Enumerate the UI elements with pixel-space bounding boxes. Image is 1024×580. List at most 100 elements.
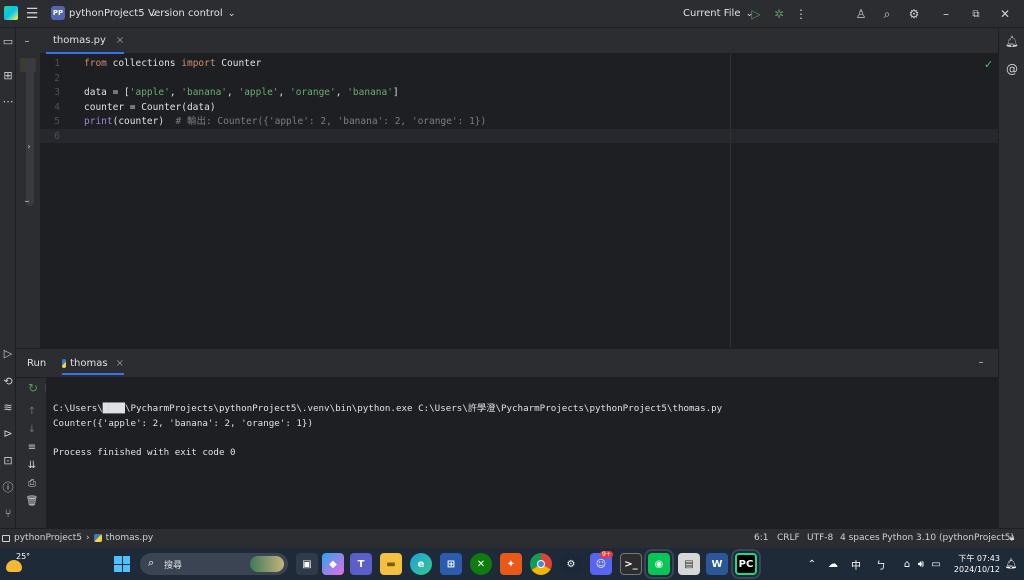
file-encoding[interactable]: UTF-8 <box>807 533 833 543</box>
file-explorer-icon[interactable]: ▬ <box>380 553 402 575</box>
indent-setting[interactable]: 4 spaces <box>840 533 880 543</box>
code-line: 6 <box>40 130 84 144</box>
caret-position[interactable]: 6:1 <box>754 533 768 543</box>
code-line: 3 data = ['apple', 'banana', 'apple', 'or… <box>40 86 398 100</box>
run-icon[interactable]: ▷ <box>749 6 763 22</box>
code-editor[interactable]: ✓ 1 from collections import Counter 2 3 data… <box>40 54 998 348</box>
close-run-tab-icon[interactable]: × <box>116 358 124 369</box>
editor-tab[interactable]: thomas.py × <box>46 28 124 54</box>
microsoft-store-icon[interactable]: ⊞ <box>440 553 462 575</box>
line-separator[interactable]: CRLF <box>777 533 800 543</box>
python-file-icon <box>62 358 67 368</box>
task-view-icon[interactable]: ▣ <box>296 553 318 575</box>
teams-icon[interactable]: T <box>350 553 372 575</box>
search-icon[interactable]: ⌕ <box>879 6 895 22</box>
copilot-icon[interactable]: ◆ <box>322 553 344 575</box>
more-tools-icon[interactable]: ⋯ <box>1 94 15 108</box>
add-user-icon[interactable]: ♙ <box>853 6 869 22</box>
volume-icon[interactable]: 🔊︎ <box>914 557 928 571</box>
left-tool-window-bar: ▭ ⊞ ⋯ ▷ ⟲ ≋ ⊳ ⊡ ⓘ ⑂ <box>0 28 16 528</box>
word-icon[interactable]: W <box>706 553 728 575</box>
xbox-icon[interactable]: ✕ <box>470 553 492 575</box>
collapsed-project-pane: – › – <box>16 28 40 348</box>
start-windows-icon[interactable] <box>114 556 130 572</box>
code-token: data = [ <box>84 87 130 99</box>
minimize-pane-icon[interactable]: – <box>20 196 34 207</box>
breadcrumb-file[interactable]: thomas.py <box>106 533 154 543</box>
layers-icon[interactable]: ≋ <box>1 400 15 414</box>
battery-icon[interactable]: ▭ <box>929 557 943 571</box>
up-arrow-icon[interactable]: ↑ <box>26 405 38 417</box>
line-number: 6 <box>54 131 60 142</box>
tray-overflow-chevron-icon[interactable]: ⌃ <box>806 557 818 571</box>
down-arrow-icon[interactable]: ↓ <box>26 423 38 435</box>
breadcrumb: pythonProject5 › thomas.py <box>2 533 153 543</box>
code-line: 4 counter = Counter(data) <box>40 101 215 115</box>
chevron-right-icon[interactable]: › <box>25 142 33 151</box>
clock[interactable]: 下午 07:43 2024/10/12 <box>952 553 1000 575</box>
rerun-icon[interactable]: ↻ <box>26 381 40 395</box>
debug-icon[interactable]: ✲ <box>772 6 786 22</box>
app-orange-icon[interactable]: ✦ <box>500 553 522 575</box>
chrome-browser-icon[interactable] <box>530 553 552 575</box>
search-icon: ⌕ <box>148 556 155 569</box>
status-bar: pythonProject5 › thomas.py 6:1 CRLF UTF-… <box>0 528 1024 548</box>
network-icon[interactable]: ⌂ <box>900 557 914 571</box>
ime-mode-icon[interactable]: ㄅ <box>874 557 888 572</box>
python-packages-icon[interactable]: ⟲ <box>1 374 15 388</box>
line-number: 2 <box>54 72 60 84</box>
clock-time: 下午 07:43 <box>958 554 1000 563</box>
project-folder-icon[interactable]: ▭ <box>1 34 15 48</box>
pycharm-taskbar-icon[interactable]: PC <box>731 549 761 579</box>
services-icon[interactable]: ⊳ <box>1 426 15 440</box>
git-icon[interactable]: ⑂ <box>1 506 15 520</box>
lock-icon[interactable]: 🔒︎ <box>1006 532 1018 544</box>
edge-browser-icon[interactable]: e <box>410 553 432 575</box>
trash-icon[interactable]: 🗑︎ <box>26 495 39 507</box>
project-badge[interactable]: PP <box>51 6 65 20</box>
run-tab[interactable]: thomas × <box>62 353 124 375</box>
breadcrumb-project[interactable]: pythonProject5 <box>14 533 82 543</box>
minimize-icon[interactable]: – <box>938 6 954 22</box>
notepad-app-icon[interactable]: ▤ <box>678 553 700 575</box>
minimize-pane-icon[interactable]: – <box>20 36 34 47</box>
code-token: import <box>181 58 216 69</box>
run-tool-icon[interactable]: ▷ <box>1 346 15 360</box>
taskbar-search-box[interactable]: ⌕ 搜尋 <box>140 553 288 575</box>
terminal-icon[interactable]: >_ <box>620 553 642 575</box>
check-icon[interactable]: ✓ <box>984 58 993 71</box>
notification-bell-icon[interactable]: 🔔︎ <box>1004 557 1018 571</box>
current-line-highlight <box>40 129 998 143</box>
line-number: 1 <box>54 58 60 69</box>
terminal-icon[interactable]: ⊡ <box>1 453 15 467</box>
code-token: , <box>169 87 182 99</box>
line-messenger-icon[interactable]: ◉ <box>644 549 674 579</box>
pane-scroll-track[interactable] <box>26 58 34 206</box>
ime-indicator[interactable]: 中 <box>851 557 861 572</box>
problems-icon[interactable]: ⓘ <box>1 480 15 494</box>
scroll-to-end-icon[interactable]: ⇊ <box>26 459 38 471</box>
run-config-selector[interactable]: Current File ⌄ <box>683 8 753 19</box>
vcs-widget[interactable]: Version control ⌄ <box>148 8 235 19</box>
more-actions-icon[interactable]: ⋮ <box>795 6 807 22</box>
project-name: pythonProject5 <box>69 8 145 19</box>
weather-widget[interactable]: 25° <box>6 552 36 576</box>
python-interpreter[interactable]: Python 3.10 (pythonProject5) <box>882 533 1014 543</box>
close-tab-icon[interactable]: × <box>116 35 124 46</box>
structure-icon[interactable]: ⊞ <box>1 68 15 82</box>
steam-icon[interactable]: ⚙ <box>560 553 582 575</box>
code-token: , <box>335 87 348 99</box>
discord-notification-badge: 9+ <box>600 551 613 558</box>
main-menu-icon[interactable]: ☰ <box>24 6 40 22</box>
settings-gear-icon[interactable]: ⚙ <box>906 6 922 22</box>
project-switcher[interactable]: pythonProject5 ⌄ <box>69 8 157 19</box>
soft-wrap-icon[interactable]: ≡ <box>26 441 38 453</box>
tray-app-icon[interactable]: ☁ <box>826 557 840 571</box>
print-icon[interactable]: ⎙ <box>26 477 38 489</box>
close-window-icon[interactable]: ✕ <box>997 6 1013 22</box>
minimize-panel-icon[interactable]: – <box>974 357 988 368</box>
notifications-bell-icon[interactable]: 🔔︎ <box>1005 34 1019 48</box>
maximize-icon[interactable]: ⧉ <box>968 6 984 22</box>
python-file-icon <box>93 534 102 542</box>
ai-assistant-icon[interactable]: @ <box>1005 62 1019 76</box>
